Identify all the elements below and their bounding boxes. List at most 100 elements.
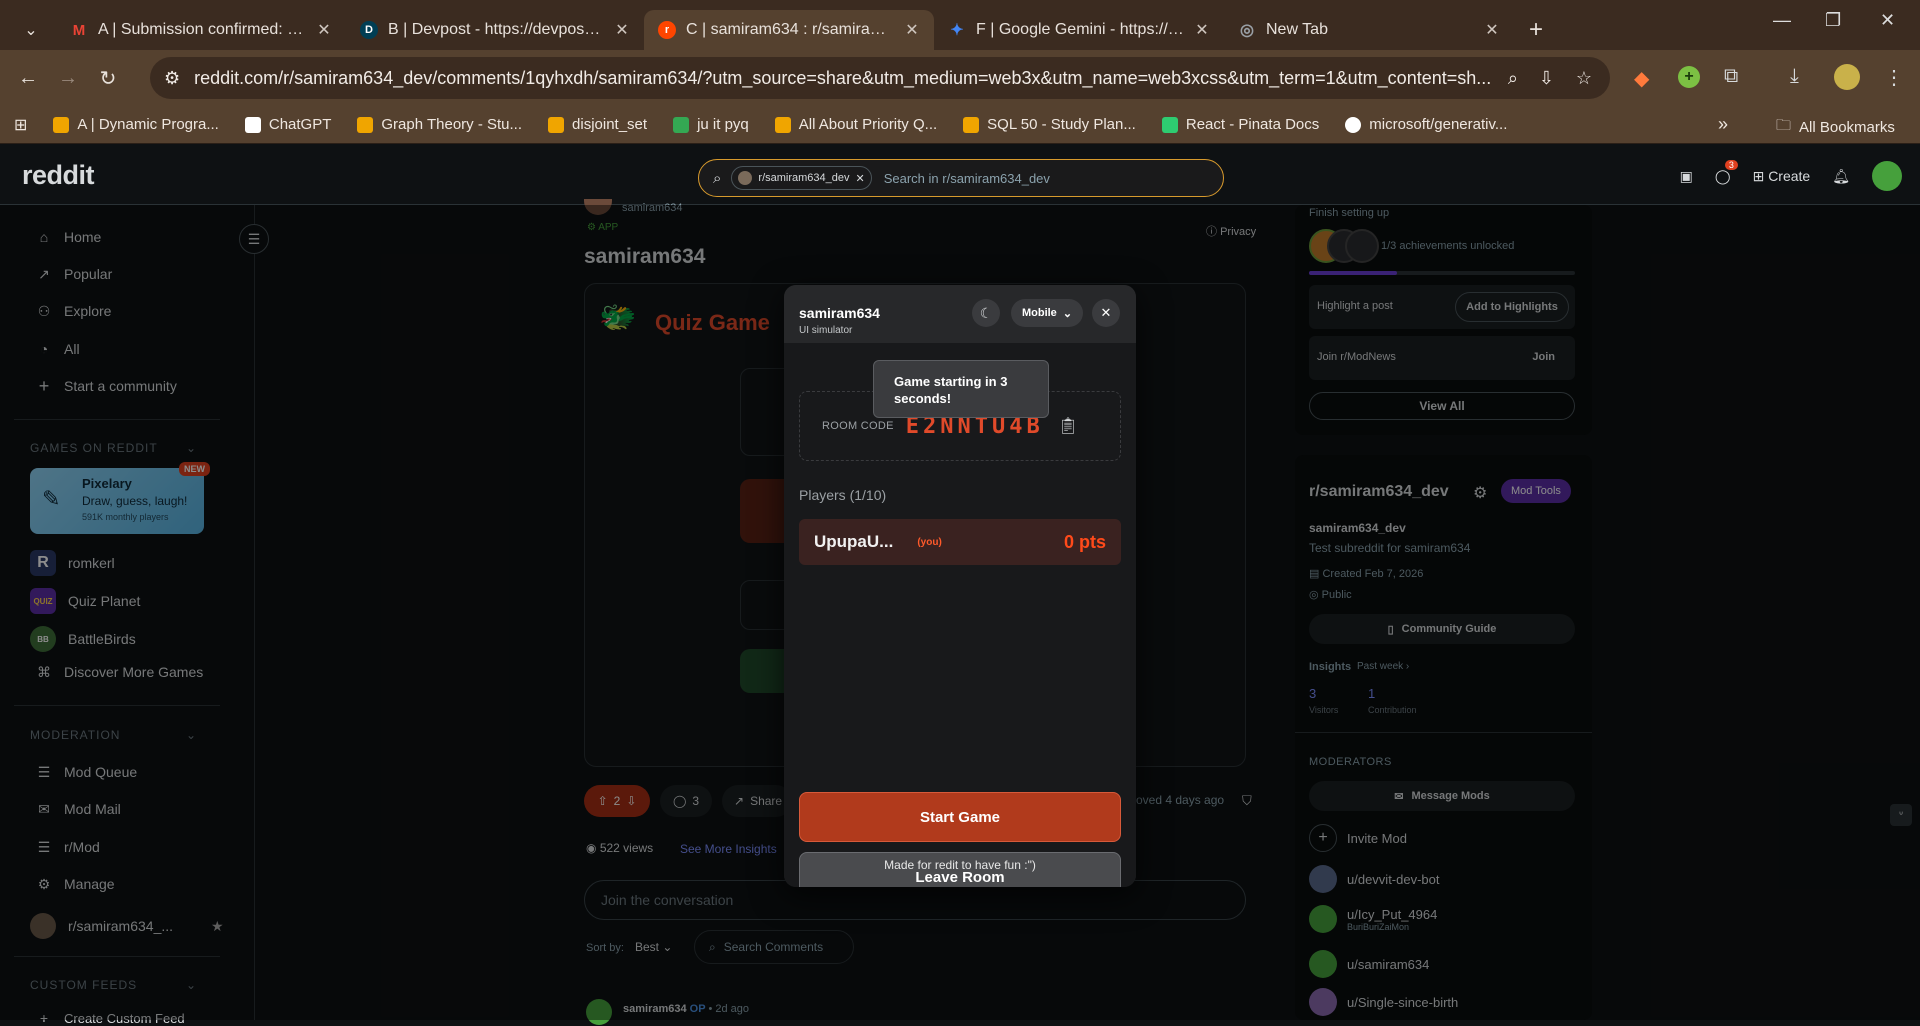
restore-icon[interactable]: ❐: [1825, 10, 1841, 31]
site-info-icon[interactable]: ⚙: [164, 68, 180, 89]
address-bar-row: ← → ↻ ⚙ reddit.com/r/samiram634_dev/comm…: [0, 50, 1920, 106]
chevron-down-icon: ⌄: [24, 22, 38, 39]
modal-subtitle: UI simulator: [799, 325, 853, 336]
bookmark[interactable]: microsoft/generativ...: [1345, 116, 1507, 133]
browser-tab-active[interactable]: r C | samiram634 : r/samiram634 ✕: [644, 10, 934, 50]
profile-avatar[interactable]: [1834, 64, 1860, 90]
extension-fox-icon[interactable]: ◆: [1634, 66, 1649, 91]
bookmark[interactable]: A | Dynamic Progra...: [53, 116, 219, 133]
bookmark[interactable]: All About Priority Q...: [774, 116, 938, 133]
advertise-icon[interactable]: ▣: [1680, 168, 1693, 185]
create-button[interactable]: ⊞ Create: [1753, 168, 1811, 185]
browser-tab[interactable]: ✦ F | Google Gemini - https://gem ✕: [934, 10, 1224, 50]
chat-badge: 3: [1724, 159, 1738, 170]
reload-icon[interactable]: ↻: [88, 66, 128, 91]
close-icon: ✕: [1100, 305, 1112, 320]
bookmark-icon: [53, 116, 70, 133]
gemini-icon: ✦: [950, 22, 964, 39]
dark-mode-toggle[interactable]: ☾: [972, 299, 1000, 327]
folder-icon: 🗀: [1776, 117, 1792, 134]
bookmark-label: Graph Theory - Stu...: [381, 116, 523, 133]
players-count: Players (1/10): [799, 487, 887, 503]
bookmark-icon: [357, 116, 374, 133]
close-icon[interactable]: ✕: [1484, 20, 1500, 40]
search-community-chip[interactable]: r/samiram634_dev ✕: [731, 166, 872, 190]
reddit-logo[interactable]: reddit: [22, 160, 95, 191]
browser-tab-strip: ⌄ M A | Submission confirmed: Quiz ✕ D B…: [0, 0, 1920, 50]
gmail-icon: M: [72, 21, 86, 39]
github-icon: [1345, 116, 1362, 133]
start-game-button[interactable]: Start Game: [799, 792, 1121, 842]
download-icon[interactable]: ⤓: [1790, 65, 1799, 88]
search-input[interactable]: ⌕ r/samiram634_dev ✕ Search in r/samiram…: [698, 159, 1224, 197]
back-icon[interactable]: ←: [8, 67, 48, 90]
close-icon[interactable]: ✕: [856, 172, 865, 185]
browser-tab[interactable]: M A | Submission confirmed: Quiz ✕: [56, 10, 346, 50]
tab-title: New Tab: [1266, 21, 1328, 38]
extension-plus-icon[interactable]: +: [1678, 66, 1700, 88]
bookmark-label: All About Priority Q...: [798, 116, 938, 133]
extensions-icon[interactable]: ⧉: [1724, 65, 1738, 88]
url-text[interactable]: reddit.com/r/samiram634_dev/comments/1qy…: [194, 68, 1514, 89]
copy-clipboard-icon[interactable]: 📋︎: [1058, 416, 1078, 436]
modal-title: samiram634: [799, 305, 880, 321]
reddit-icon: r: [658, 21, 676, 39]
player-row: UpupaU... (you) 0 pts: [799, 519, 1121, 565]
game-starting-toast: Game starting in 3 seconds!: [873, 360, 1049, 418]
close-button[interactable]: ✕: [1092, 299, 1120, 327]
bookmark[interactable]: disjoint_set: [548, 116, 647, 133]
bookmark-label: ju it pyq: [697, 116, 749, 133]
bookmark[interactable]: ChatGPT: [244, 116, 332, 133]
device-value: Mobile: [1021, 307, 1057, 319]
device-select[interactable]: Mobile ⌄: [1011, 299, 1083, 327]
tab-title: C | samiram634 : r/samiram634: [686, 21, 894, 38]
close-window-icon[interactable]: ✕: [1880, 10, 1895, 31]
modal-header: samiram634 UI simulator ☾ Mobile ⌄ ✕: [784, 285, 1136, 343]
bookmark[interactable]: Graph Theory - Stu...: [357, 116, 522, 133]
you-tag: (you): [917, 536, 942, 548]
community-avatar: [738, 171, 753, 185]
footer-text: Made for redit to have fun :"): [884, 858, 1036, 872]
chat-icon[interactable]: ◯ 3: [1715, 159, 1738, 185]
user-avatar[interactable]: [1872, 161, 1902, 191]
close-icon[interactable]: ✕: [904, 20, 920, 40]
room-code-label: ROOM CODE: [822, 420, 894, 432]
close-icon[interactable]: ✕: [1194, 20, 1210, 40]
bell-icon[interactable]: 🔔︎: [1832, 168, 1850, 185]
all-bookmarks[interactable]: 🗀 All Bookmarks: [1776, 115, 1895, 140]
minimize-icon[interactable]: —: [1773, 10, 1791, 31]
new-tab-button[interactable]: +: [1514, 10, 1558, 50]
close-icon[interactable]: ✕: [614, 20, 630, 40]
apps-grid-icon[interactable]: ⊞: [14, 115, 27, 135]
zoom-icon[interactable]: ⌕: [1508, 68, 1518, 89]
omnibox[interactable]: ⚙ reddit.com/r/samiram634_dev/comments/1…: [150, 57, 1610, 99]
bookmark[interactable]: ju it pyq: [673, 116, 749, 133]
more-bookmarks-icon[interactable]: »: [1718, 114, 1728, 135]
bookmark[interactable]: SQL 50 - Study Plan...: [963, 116, 1136, 133]
moon-icon: ☾: [979, 304, 993, 321]
simulator-screen: ROOM CODE E2NNTU4B 📋︎ Players (1/10) Upu…: [784, 343, 1136, 887]
create-label: Create: [1768, 167, 1811, 184]
bookmark-label: React - Pinata Docs: [1185, 116, 1320, 133]
bookmark[interactable]: React - Pinata Docs: [1161, 116, 1320, 133]
browser-tab[interactable]: D B | Devpost - https://devpost.co ✕: [346, 10, 644, 50]
chrome-icon: ◎: [1240, 22, 1254, 39]
bookmark-label: microsoft/generativ...: [1369, 116, 1508, 133]
bookmarks-bar: ⊞ A | Dynamic Progra... ChatGPT Graph Th…: [0, 106, 1920, 144]
drive-icon: [673, 116, 690, 133]
close-icon[interactable]: ✕: [316, 20, 332, 40]
menu-kebab-icon[interactable]: ⋮: [1884, 65, 1904, 90]
star-icon[interactable]: ☆: [1576, 68, 1592, 89]
header-actions: ▣ ◯ 3 ⊞ Create 🔔︎: [1680, 159, 1902, 191]
ui-simulator-modal: samiram634 UI simulator ☾ Mobile ⌄ ✕ ROOM…: [784, 285, 1136, 887]
bookmark-label: disjoint_set: [572, 116, 648, 133]
bookmark-label: ChatGPT: [268, 116, 332, 133]
install-icon[interactable]: ⇩: [1539, 68, 1554, 89]
player-name: UpupaU...: [814, 532, 894, 551]
reddit-header: reddit ⌕ r/samiram634_dev ✕ Search in r/…: [0, 145, 1920, 205]
tab-search-button[interactable]: ⌄: [6, 10, 56, 50]
forward-icon[interactable]: →: [48, 67, 88, 90]
tab-title: A | Submission confirmed: Quiz: [98, 21, 306, 38]
browser-tab[interactable]: ◎ New Tab ✕: [1224, 10, 1514, 50]
devpost-icon: D: [360, 21, 378, 39]
